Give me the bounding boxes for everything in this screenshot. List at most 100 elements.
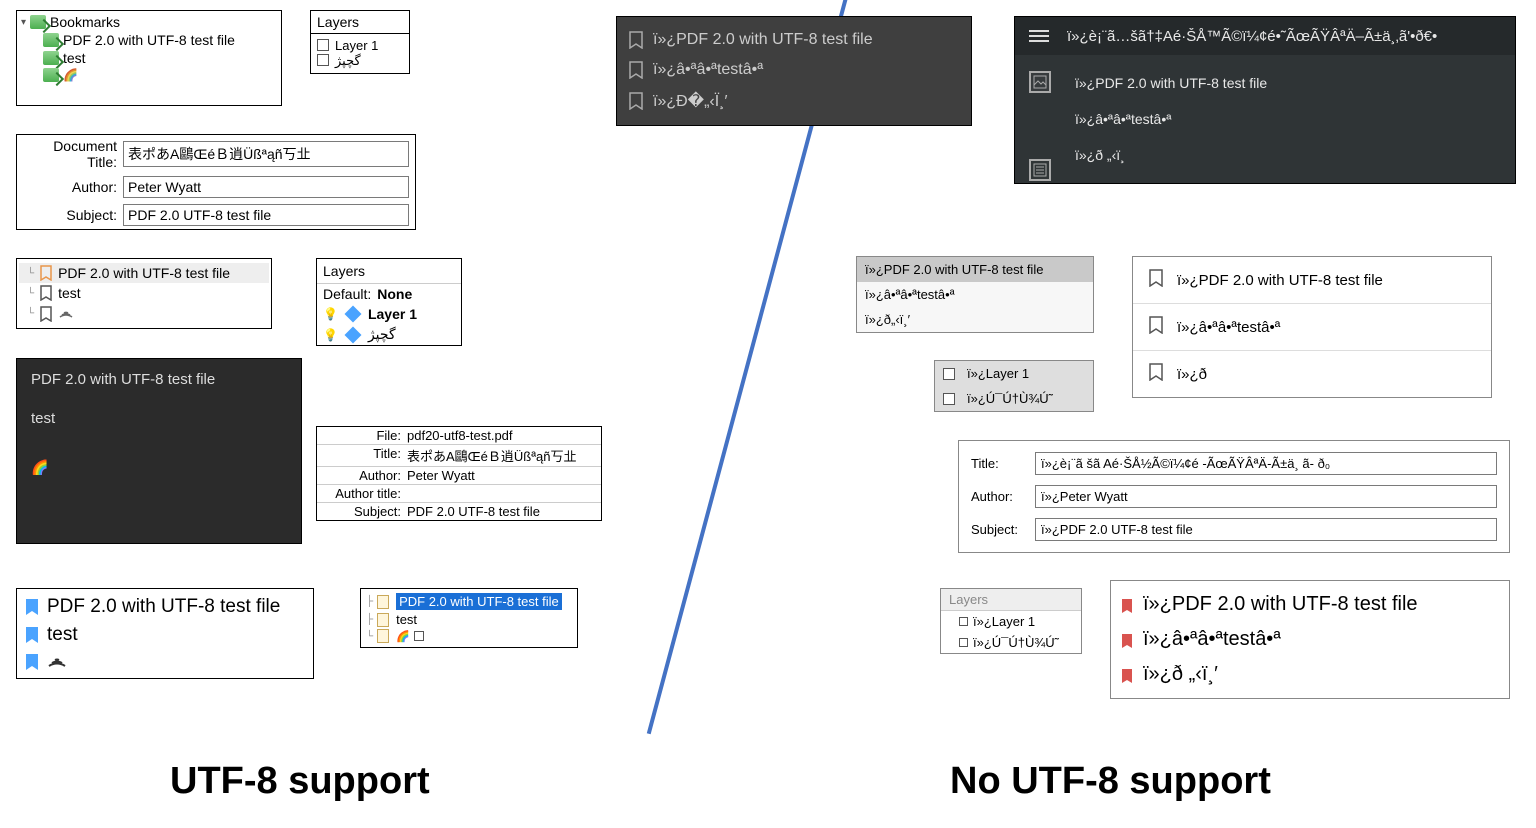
bookmark-item[interactable]: ï»¿PDF 2.0 with UTF-8 test file (625, 25, 963, 55)
layers-right-panel: ï»¿Layer 1 ï»¿Ú¯Ú†Ù¾Ú˜ (934, 360, 1094, 412)
white-outline-panel: ï»¿PDF 2.0 with UTF-8 test file ï»¿â•ªâ•… (1132, 256, 1492, 398)
bookmark-item-label: PDF 2.0 with UTF-8 test file (47, 596, 280, 618)
author-input[interactable]: Peter Wyatt (123, 176, 409, 198)
bookmark-item[interactable]: ï»¿â•ªâ•ªtestâ•ª (625, 55, 963, 85)
bookmark-item-label: ï»¿PDF 2.0 with UTF-8 test file (1143, 593, 1418, 616)
layer-item[interactable]: Layer 1 (317, 38, 403, 53)
bookmark-item-label: ï»¿â•ªâ•ªtestâ•ª (1177, 319, 1280, 336)
outline-item[interactable]: └ PDF 2.0 with UTF-8 test file (19, 263, 269, 283)
layers-title: Layers (317, 259, 461, 283)
subject-label: Subject: (23, 207, 117, 223)
dark-sidebar-panel: PDF 2.0 with UTF-8 test file test 🌈 (16, 358, 302, 544)
tree-item[interactable]: ├ test (364, 611, 574, 628)
checkbox-icon[interactable] (317, 54, 329, 66)
bookmark-icon (25, 626, 39, 644)
bulb-icon: 💡 (323, 328, 338, 342)
metadata-panel: Document Title: 表ポあA鷗ŒéＢ逍Üßªąñ丂㐀𠀀 Author… (16, 134, 416, 230)
bookmarks-root-label: Bookmarks (50, 14, 120, 30)
bookmark-item-label: test (63, 50, 86, 66)
rainbow-glyph: 🌈 (63, 68, 78, 82)
bookmark-item[interactable]: test (21, 49, 277, 67)
caption-utf8: UTF-8 support (170, 760, 430, 803)
title-label: Title: (965, 456, 1035, 471)
bookmarks-root[interactable]: ▾ Bookmarks (21, 13, 277, 31)
gray-item[interactable]: ï»¿ð„‹ï¸′ (857, 307, 1093, 332)
bookmark-item[interactable]: PDF 2.0 with UTF-8 test file (21, 31, 277, 49)
list-icon[interactable] (1029, 159, 1051, 181)
bookmark-icon (629, 61, 643, 79)
mobile-item[interactable]: ï»¿â•ªâ•ªtestâ•ª (1075, 101, 1501, 137)
title-input[interactable]: ï»¿è¡¨ã šã Aé·ŠÅ½Ã©ï¼¢é -ÃœÃŸÂªÄ-Ã±ä¸ ã-… (1035, 452, 1497, 475)
bookmark-item[interactable]: ï»¿Ð�„‹Ï¸′ (625, 85, 963, 117)
layer-item[interactable]: ï»¿Layer 1 (941, 611, 1081, 632)
layer-item[interactable]: 💡 Layer 1 (317, 304, 461, 324)
author-input[interactable]: ï»¿Peter Wyatt (1035, 485, 1497, 508)
outline-item[interactable]: └ (19, 303, 269, 324)
subject-input[interactable]: ï»¿PDF 2.0 UTF-8 test file (1035, 518, 1497, 541)
layers-title: Layers (311, 11, 409, 34)
bookmark-icon (43, 33, 59, 47)
layer-item[interactable]: 💡 گچپژ (317, 324, 461, 345)
layer-item[interactable]: ï»¿Ú¯Ú†Ù¾Ú˜ (941, 632, 1081, 653)
mobile-item[interactable]: ï»¿ð „‹ï¸ (1075, 137, 1501, 173)
outline-item[interactable]: └ test (19, 283, 269, 303)
hamburger-icon[interactable] (1029, 27, 1049, 45)
checkbox-icon[interactable] (414, 631, 424, 641)
subject-value: PDF 2.0 UTF-8 test file (407, 504, 540, 519)
bookmark-item-label: ï»¿â•ªâ•ªtestâ•ª (653, 61, 763, 79)
mobile-item[interactable]: ï»¿PDF 2.0 with UTF-8 test file (1075, 65, 1501, 101)
layer-item[interactable]: ï»¿Layer 1 (935, 361, 1093, 386)
image-icon[interactable] (1029, 71, 1051, 93)
page-icon (377, 629, 389, 643)
bookmark-item-label: ï»¿ð „‹ï¸′ (1143, 663, 1218, 686)
tree-item[interactable]: ├ PDF 2.0 with UTF-8 test file (364, 592, 574, 611)
checkbox-icon[interactable] (943, 368, 955, 380)
dark-sub[interactable]: test (17, 400, 301, 439)
checkbox-icon[interactable] (317, 39, 329, 51)
bookmark-item[interactable]: ï»¿ð „‹ï¸′ (1121, 657, 1499, 692)
rainbow-icon: 🌈 (396, 630, 410, 643)
author-label: Author: (23, 179, 117, 195)
bookmark-icon (43, 68, 59, 82)
bookmark-item-label: ï»¿ð (1177, 366, 1207, 383)
gray-item[interactable]: ï»¿PDF 2.0 with UTF-8 test file (857, 257, 1093, 282)
layer-item[interactable]: گچپژ (317, 53, 403, 69)
layer-item-label: Layer 1 (368, 306, 417, 322)
default-value: None (377, 286, 412, 302)
dark-bookmarks-panel: ï»¿PDF 2.0 with UTF-8 test file ï»¿â•ªâ•… (616, 16, 972, 126)
bookmark-icon (629, 31, 643, 49)
bookmark-item-label: ï»¿â•ªâ•ªtestâ•ª (1143, 628, 1281, 651)
layer-item[interactable]: ï»¿Ú¯Ú†Ù¾Ú˜ (935, 386, 1093, 411)
dark-title[interactable]: PDF 2.0 with UTF-8 test file (17, 359, 301, 400)
tree-item[interactable]: └ 🌈 (364, 628, 574, 644)
checkbox-icon[interactable] (959, 638, 968, 647)
diamond-icon (344, 326, 361, 343)
layer-item-label: گچپژ (335, 53, 361, 68)
bookmark-item[interactable]: ï»¿â•ªâ•ªtestâ•ª (1133, 304, 1491, 351)
layer-item-label: گچپژ (368, 326, 396, 343)
bookmark-item[interactable]: 🌈 (21, 67, 277, 83)
bookmark-item[interactable] (19, 649, 311, 674)
checkbox-icon[interactable] (959, 617, 968, 626)
gray-item[interactable]: ï»¿â•ªâ•ªtestâ•ª (857, 282, 1093, 307)
bookmark-icon (629, 92, 643, 110)
doc-title-input[interactable]: 表ポあA鷗ŒéＢ逍Üßªąñ丂㐀𠀀 (123, 141, 409, 167)
tree-item-label: test (396, 612, 417, 627)
bookmark-item[interactable]: PDF 2.0 with UTF-8 test file (19, 593, 311, 621)
file-label: File: (323, 428, 407, 443)
bookmark-item[interactable]: ï»¿â•ªâ•ªtestâ•ª (1121, 622, 1499, 657)
checkbox-icon[interactable] (943, 393, 955, 405)
page-icon (377, 595, 389, 609)
bookmark-icon (43, 51, 59, 65)
author-label: Author: (323, 468, 407, 483)
bookmark-icon (25, 653, 39, 671)
bookmark-item-label: PDF 2.0 with UTF-8 test file (63, 32, 235, 48)
bookmark-item-label: test (47, 624, 78, 646)
layer-item-label: ï»¿Layer 1 (973, 614, 1035, 629)
bookmark-item[interactable]: ï»¿PDF 2.0 with UTF-8 test file (1121, 587, 1499, 622)
layers-default-panel: Layers Default: None 💡 Layer 1 💡 گچپژ (316, 258, 462, 346)
bookmark-item[interactable]: ï»¿PDF 2.0 with UTF-8 test file (1133, 257, 1491, 304)
bookmark-item[interactable]: ï»¿ð (1133, 351, 1491, 397)
bookmark-item[interactable]: test (19, 621, 311, 649)
subject-input[interactable]: PDF 2.0 UTF-8 test file (123, 204, 409, 226)
